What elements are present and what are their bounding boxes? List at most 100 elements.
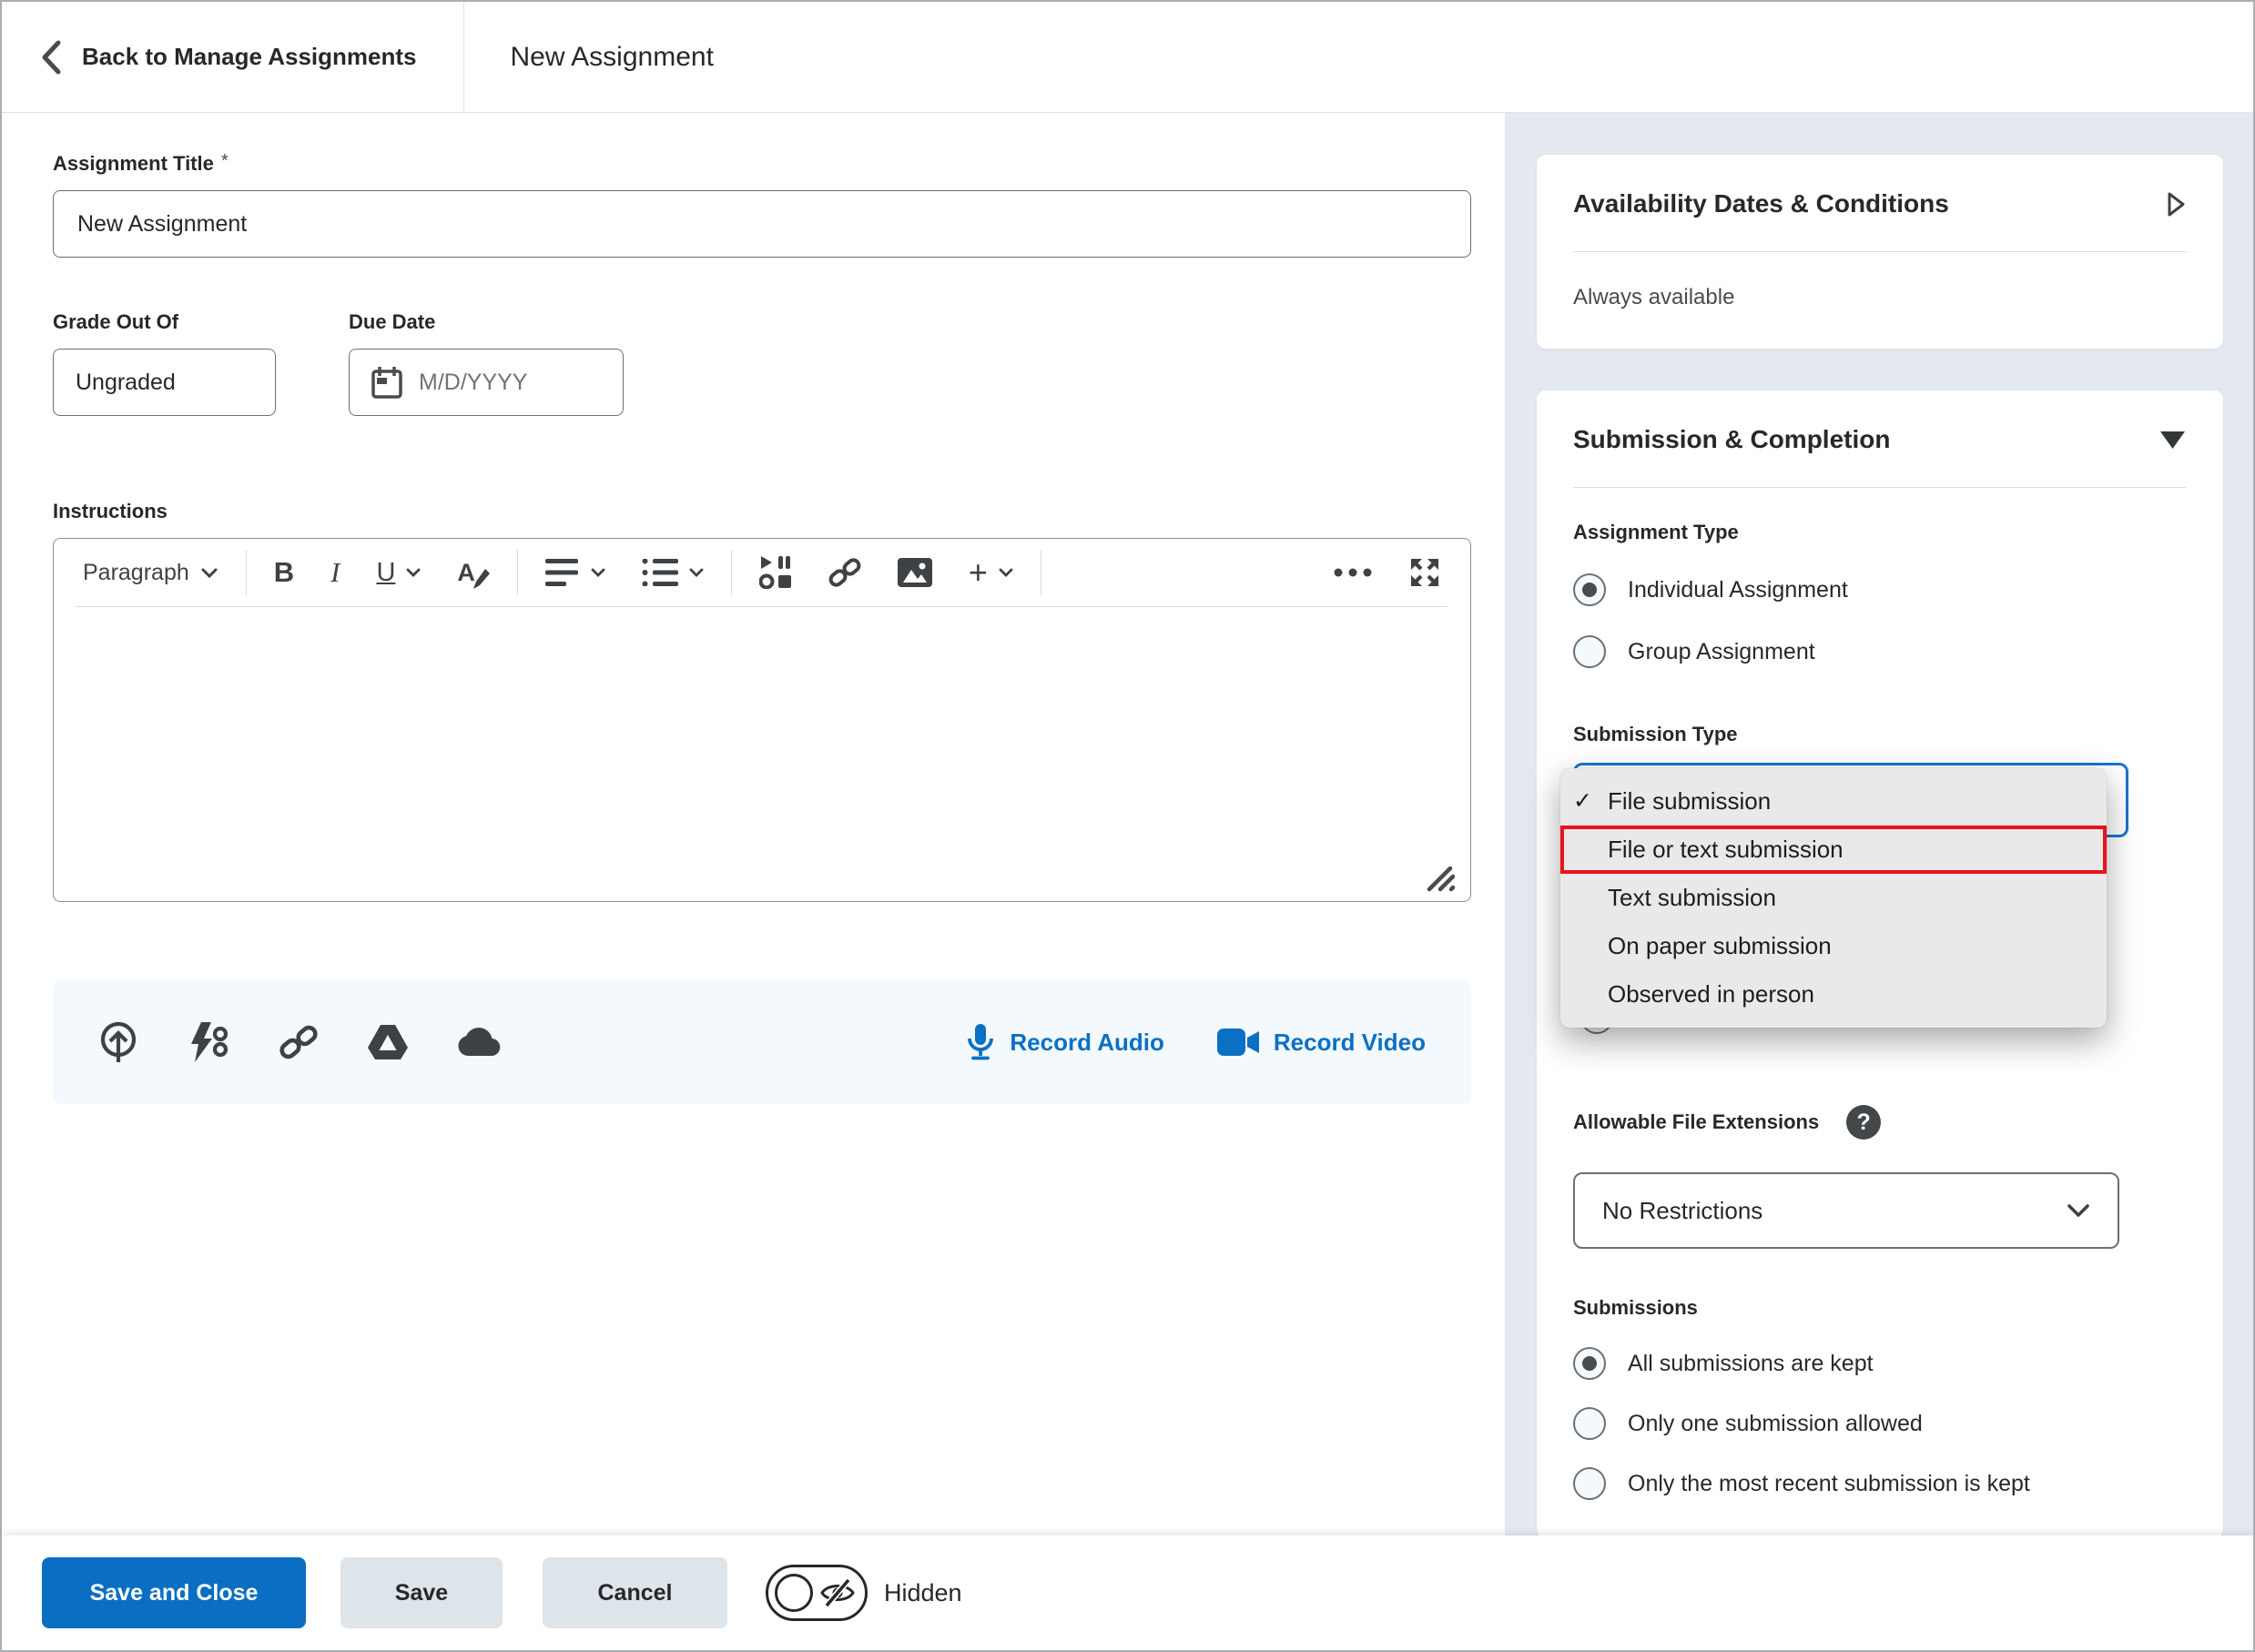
due-date-field: Due Date M/D/YYYY — [349, 310, 624, 416]
align-dropdown[interactable] — [527, 539, 624, 606]
instructions-editor: Paragraph B I U — [53, 538, 1471, 902]
attach-link-icon — [279, 1022, 319, 1062]
file-upload-button[interactable] — [98, 1021, 138, 1063]
submission-title: Submission & Completion — [1573, 423, 1890, 456]
card-divider — [1573, 251, 2187, 252]
submission-card-header[interactable]: Submission & Completion — [1573, 423, 2187, 456]
chevron-down-icon — [406, 568, 421, 578]
availability-card-header[interactable]: Availability Dates & Conditions — [1573, 187, 2187, 220]
onedrive-cloud-icon — [457, 1028, 501, 1057]
insert-image-button[interactable] — [879, 539, 950, 606]
expand-chevron-down-icon — [2159, 430, 2187, 451]
grade-out-of-label: Grade Out Of — [53, 310, 276, 334]
due-date-input[interactable]: M/D/YYYY — [349, 349, 624, 416]
radio-group-assignment[interactable]: Group Assignment — [1573, 635, 2187, 668]
editor-overflow-button[interactable] — [1315, 539, 1390, 606]
italic-icon: I — [330, 556, 340, 589]
menu-item-file-or-text-submission[interactable]: File or text submission — [1560, 826, 2107, 874]
radio-button[interactable] — [1573, 1467, 1606, 1500]
chevron-down-icon — [2067, 1203, 2090, 1219]
insert-more-dropdown[interactable]: + — [950, 539, 1031, 606]
toolbar-separator — [246, 550, 247, 595]
submission-type-label: Submission Type — [1573, 723, 2187, 746]
back-label: Back to Manage Assignments — [82, 43, 416, 71]
menu-item-on-paper-submission[interactable]: On paper submission — [1560, 922, 2107, 970]
submission-completion-card: Submission & Completion Assignment Type … — [1537, 390, 2223, 1535]
record-video-button[interactable]: Record Video — [1217, 1023, 1426, 1061]
save-button[interactable]: Save — [340, 1557, 503, 1628]
radio-button[interactable] — [1573, 1347, 1606, 1380]
attach-link-button[interactable] — [279, 1022, 319, 1062]
bold-icon: B — [274, 556, 294, 589]
align-icon — [545, 559, 580, 586]
radio-most-recent-submission[interactable]: Only the most recent submission is kept — [1573, 1467, 2187, 1500]
instructions-text-area[interactable] — [54, 607, 1470, 901]
toolbar-separator — [731, 550, 732, 595]
assignment-title-label: Assignment Title* — [53, 151, 1468, 176]
insert-link-button[interactable] — [810, 539, 879, 606]
underline-button[interactable]: U — [358, 539, 439, 606]
plus-icon: + — [969, 556, 988, 589]
insert-stuff-button[interactable] — [741, 539, 810, 606]
back-button[interactable]: Back to Manage Assignments — [2, 2, 463, 112]
grade-field: Grade Out Of Ungraded — [53, 310, 276, 416]
card-divider — [1573, 487, 2187, 488]
toolbar-separator — [517, 550, 518, 595]
menu-item-text-submission[interactable]: Text submission — [1560, 874, 2107, 922]
due-date-placeholder: M/D/YYYY — [419, 370, 527, 396]
page-title: New Assignment — [464, 2, 713, 112]
overflow-ellipsis-icon — [1334, 568, 1372, 577]
help-icon[interactable]: ? — [1846, 1105, 1881, 1140]
radio-button[interactable] — [1573, 635, 1606, 668]
microphone-icon — [966, 1023, 995, 1061]
eye-slash-icon — [819, 1578, 856, 1607]
record-audio-button[interactable]: Record Audio — [966, 1023, 1163, 1061]
required-marker: * — [221, 151, 229, 171]
radio-button[interactable] — [1573, 1407, 1606, 1440]
grade-out-of-button[interactable]: Ungraded — [53, 349, 276, 416]
hidden-toggle-label: Hidden — [884, 1579, 962, 1607]
bold-button[interactable]: B — [256, 539, 312, 606]
video-camera-icon — [1217, 1029, 1259, 1056]
back-chevron-icon — [40, 39, 62, 76]
file-upload-icon — [98, 1021, 138, 1063]
action-bar: Save and Close Save Cancel Hidden — [2, 1535, 2253, 1650]
submissions-label: Submissions — [1573, 1296, 2187, 1320]
assignment-title-input[interactable] — [53, 190, 1471, 258]
assignment-type-label: Assignment Type — [1573, 521, 2187, 544]
attachments-bar: Record Audio Record Video — [53, 980, 1471, 1104]
menu-item-file-submission[interactable]: ✓ File submission — [1560, 777, 2107, 826]
resize-handle-icon[interactable] — [1427, 865, 1458, 892]
onedrive-button[interactable] — [457, 1028, 501, 1057]
paragraph-format-dropdown[interactable]: Paragraph — [65, 539, 237, 606]
radio-button[interactable] — [1573, 573, 1606, 606]
assignment-form: Assignment Title* Grade Out Of Ungraded … — [2, 113, 1505, 1535]
chevron-down-icon — [591, 568, 605, 578]
radio-individual-assignment[interactable]: Individual Assignment — [1573, 573, 2187, 606]
underline-icon: U — [376, 558, 395, 588]
collapse-chevron-right-icon — [2166, 190, 2187, 218]
cancel-button[interactable]: Cancel — [543, 1557, 727, 1628]
italic-button[interactable]: I — [312, 539, 358, 606]
save-and-close-button[interactable]: Save and Close — [42, 1557, 306, 1628]
file-extensions-select[interactable]: No Restrictions — [1573, 1172, 2119, 1249]
google-drive-button[interactable] — [368, 1024, 408, 1060]
allowable-file-extensions-label: Allowable File Extensions — [1573, 1110, 1819, 1134]
new-assignment-page: Back to Manage Assignments New Assignmen… — [0, 0, 2255, 1652]
insert-stuff-icon — [759, 556, 792, 589]
submission-type-menu: ✓ File submission File or text submissio… — [1560, 768, 2107, 1028]
radio-only-one-submission[interactable]: Only one submission allowed — [1573, 1407, 2187, 1440]
chevron-down-icon — [200, 567, 218, 579]
quicklink-button[interactable] — [188, 1021, 229, 1063]
menu-item-observed-in-person[interactable]: Observed in person — [1560, 970, 2107, 1019]
instructions-label: Instructions — [53, 500, 1468, 523]
hidden-toggle[interactable] — [766, 1565, 868, 1621]
chevron-down-icon — [689, 568, 704, 578]
toggle-knob — [775, 1574, 813, 1612]
font-color-button[interactable]: A — [439, 539, 508, 606]
radio-all-submissions-kept[interactable]: All submissions are kept — [1573, 1347, 2187, 1380]
editor-fullscreen-button[interactable] — [1390, 539, 1459, 606]
bullet-list-icon — [642, 559, 678, 586]
list-dropdown[interactable] — [624, 539, 722, 606]
availability-status: Always available — [1573, 285, 2187, 310]
